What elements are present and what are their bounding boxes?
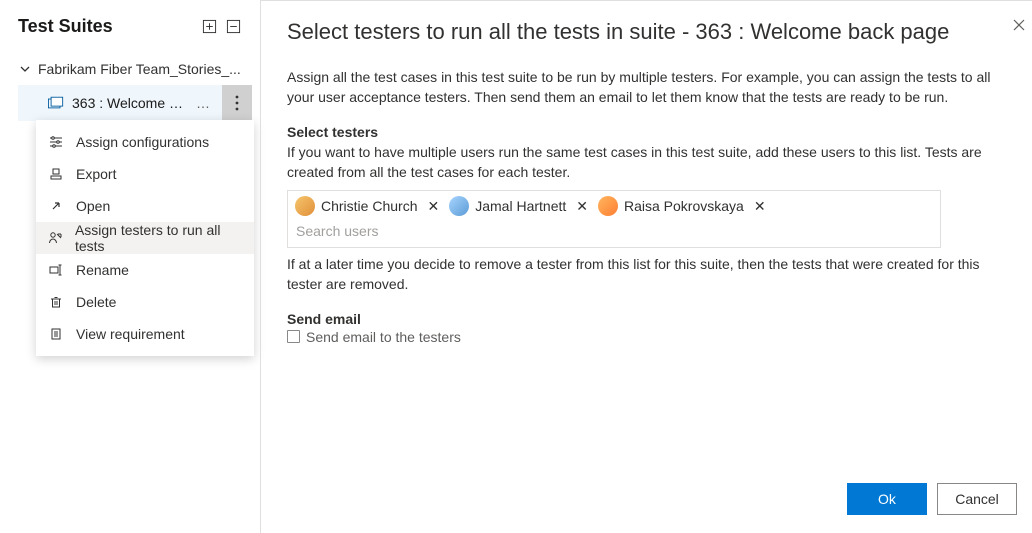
minus-box-icon [226, 19, 241, 34]
cm-open[interactable]: Open [36, 190, 254, 222]
tree-child-selected[interactable]: 363 : Welcome back... … [18, 85, 252, 121]
document-icon [48, 327, 64, 341]
tester-chip: Raisa Pokrovskaya ✕ [597, 195, 771, 217]
tree-child-label: 363 : Welcome back... [72, 95, 184, 111]
remove-tester-button[interactable]: ✕ [423, 198, 443, 215]
suite-context-menu: Assign configurations Export Open Assign… [36, 120, 254, 356]
dialog-title: Select testers to run all the tests in s… [287, 19, 1017, 45]
tester-selector[interactable]: Christie Church ✕ Jamal Hartnett ✕ Raisa… [287, 190, 941, 248]
overflow-indicator: … [192, 95, 214, 111]
export-icon [48, 167, 64, 181]
send-email-checkbox-row[interactable]: Send email to the testers [287, 329, 1017, 345]
remove-tester-button[interactable]: ✕ [572, 198, 592, 215]
ok-button[interactable]: Ok [847, 483, 927, 515]
suites-header: Test Suites [18, 16, 252, 37]
avatar [449, 196, 469, 216]
kebab-icon [235, 95, 239, 111]
select-testers-hint: If you want to have multiple users run t… [287, 142, 1017, 183]
tester-name: Christie Church [321, 198, 417, 214]
tester-chip: Jamal Hartnett ✕ [448, 195, 593, 217]
close-icon [1012, 18, 1026, 32]
cm-assign-configurations[interactable]: Assign configurations [36, 126, 254, 158]
cm-label: Delete [76, 294, 116, 310]
trash-icon [48, 295, 64, 309]
tree-root-row[interactable]: Fabrikam Fiber Team_Stories_... [18, 53, 252, 85]
tester-name: Jamal Hartnett [475, 198, 566, 214]
cm-view-requirement[interactable]: View requirement [36, 318, 254, 350]
dialog-intro: Assign all the test cases in this test s… [287, 67, 1017, 108]
add-suite-button[interactable] [200, 18, 218, 36]
assign-testers-icon [48, 231, 63, 245]
cm-export[interactable]: Export [36, 158, 254, 190]
avatar [295, 196, 315, 216]
remove-tester-button[interactable]: ✕ [750, 198, 770, 215]
cm-rename[interactable]: Rename [36, 254, 254, 286]
tester-chips: Christie Church ✕ Jamal Hartnett ✕ Raisa… [294, 195, 934, 217]
cm-label: Assign testers to run all tests [75, 222, 242, 254]
search-users-input[interactable] [294, 217, 934, 241]
more-options-button[interactable] [222, 85, 252, 121]
send-email-heading: Send email [287, 311, 1017, 327]
assign-testers-dialog: Select testers to run all the tests in s… [260, 0, 1032, 533]
cm-label: Rename [76, 262, 129, 278]
dialog-footer: Ok Cancel [287, 483, 1017, 515]
plus-box-icon [202, 19, 217, 34]
test-suites-pane: Test Suites Fabrikam Fiber Team_Stories_… [0, 0, 260, 533]
select-testers-heading: Select testers [287, 124, 1017, 140]
rename-icon [48, 263, 64, 277]
cm-label: Open [76, 198, 110, 214]
cm-label: Assign configurations [76, 134, 209, 150]
cm-assign-testers[interactable]: Assign testers to run all tests [36, 222, 254, 254]
cancel-button[interactable]: Cancel [937, 483, 1017, 515]
cm-label: Export [76, 166, 116, 182]
chevron-down-icon [18, 63, 32, 75]
collapse-button[interactable] [224, 18, 242, 36]
avatar [598, 196, 618, 216]
removal-hint: If at a later time you decide to remove … [287, 254, 1017, 295]
suite-icon [48, 96, 64, 110]
tester-chip: Christie Church ✕ [294, 195, 444, 217]
close-button[interactable] [1009, 15, 1029, 35]
tree-root-label: Fabrikam Fiber Team_Stories_... [38, 61, 241, 77]
send-email-label: Send email to the testers [306, 329, 461, 345]
sliders-icon [48, 135, 64, 149]
tester-name: Raisa Pokrovskaya [624, 198, 744, 214]
checkbox-icon [287, 330, 300, 343]
cm-delete[interactable]: Delete [36, 286, 254, 318]
cm-label: View requirement [76, 326, 185, 342]
open-icon [48, 199, 64, 213]
suites-title: Test Suites [18, 16, 194, 37]
